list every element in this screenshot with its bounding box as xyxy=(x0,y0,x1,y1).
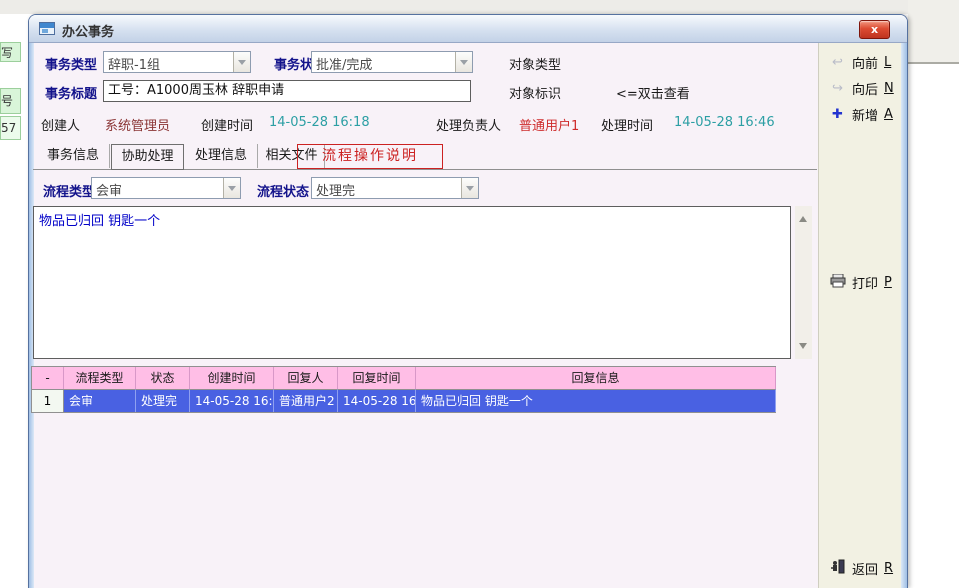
affair-title-label: 事务标题 xyxy=(45,83,97,102)
flow-history-table: - 流程类型 状态 创建时间 回复人 回复时间 回复信息 1 会审 处理完 14… xyxy=(31,366,776,413)
next-button[interactable]: ↪ 向后 N xyxy=(829,79,894,98)
add-button-label: 新增 xyxy=(852,105,878,124)
flow-type-combo[interactable]: 会审 xyxy=(91,177,241,199)
handler-value: 普通用户1 xyxy=(519,115,579,134)
return-button[interactable]: 返回 R xyxy=(829,559,893,578)
header-cell: - xyxy=(32,367,64,389)
header-cell: 回复时间 xyxy=(338,367,416,389)
desktop-top-strip xyxy=(0,0,959,14)
chevron-down-icon xyxy=(233,52,250,72)
return-button-label: 返回 xyxy=(852,559,878,578)
created-time-value: 14-05-28 16:18 xyxy=(269,115,370,130)
background-grid-fragment: 57 xyxy=(0,116,21,140)
tab-assist-process[interactable]: 协助处理 xyxy=(111,144,184,170)
affair-status-combo[interactable]: 批准/完成 xyxy=(311,51,473,73)
tab-affair-info[interactable]: 事务信息 xyxy=(37,144,110,168)
creator-value: 系统管理员 xyxy=(105,115,170,134)
action-sidebar: ↩ 向前 L ↪ 向后 N ✚ 新增 A xyxy=(818,43,901,588)
window-title: 办公事务 xyxy=(62,21,114,40)
table-row[interactable]: 1 会审 处理完 14-05-28 16:19 普通用户2 14-05-28 1… xyxy=(32,389,776,412)
header-cell: 回复人 xyxy=(274,367,338,389)
plus-icon: ✚ xyxy=(829,107,846,122)
next-shortcut: N xyxy=(884,81,894,96)
print-button-label: 打印 xyxy=(852,273,878,292)
row-cell: 普通用户2 xyxy=(274,389,338,412)
desktop-right-band xyxy=(908,0,959,64)
row-cell: 物品已归回 钥匙一个 xyxy=(416,389,776,412)
printer-icon xyxy=(829,274,846,292)
arrow-forward-icon: ↪ xyxy=(829,81,846,96)
exit-icon xyxy=(829,559,846,578)
flow-memo-textarea[interactable]: 物品已归回 钥匙一个 xyxy=(33,206,791,359)
flow-status-combo[interactable]: 处理完 xyxy=(311,177,479,199)
office-affairs-window: 办公事务 x 事务类型 辞职-1组 事务状态 批准/完成 对象类型 事务标题 工… xyxy=(28,14,908,588)
flow-status-value: 处理完 xyxy=(316,180,458,199)
add-shortcut: A xyxy=(884,107,893,122)
close-button[interactable]: x xyxy=(859,20,890,39)
affair-status-value: 批准/完成 xyxy=(316,54,452,73)
flow-operation-note-button[interactable]: 流程操作说明 xyxy=(297,144,443,169)
handle-time-label: 处理时间 xyxy=(601,115,653,134)
object-id-hint: <=双击查看 xyxy=(616,83,690,102)
affair-title-input[interactable]: 工号：A1000周玉林 辞职申请 xyxy=(103,80,471,102)
object-type-label: 对象类型 xyxy=(509,54,561,73)
print-button[interactable]: 打印 P xyxy=(829,273,892,292)
flow-type-label: 流程类型 xyxy=(43,181,95,200)
background-grid-fragment: 写 xyxy=(0,42,21,62)
row-cell: 14-05-28 16:19 xyxy=(190,389,274,412)
previous-shortcut: L xyxy=(884,55,891,70)
chevron-down-icon xyxy=(223,178,240,198)
header-cell: 创建时间 xyxy=(190,367,274,389)
flow-status-label: 流程状态 xyxy=(257,181,309,200)
previous-button-label: 向前 xyxy=(852,53,878,72)
header-cell: 流程类型 xyxy=(64,367,136,389)
row-cell: 处理完 xyxy=(136,389,190,412)
row-cell: 14-05-28 16:22 xyxy=(338,389,416,412)
header-cell: 状态 xyxy=(136,367,190,389)
next-button-label: 向后 xyxy=(852,79,878,98)
arrow-back-icon: ↩ xyxy=(829,55,846,70)
previous-button[interactable]: ↩ 向前 L xyxy=(829,53,891,72)
chevron-down-icon xyxy=(461,178,478,198)
object-id-label: 对象标识 xyxy=(509,83,561,102)
created-time-label: 创建时间 xyxy=(201,115,253,134)
affair-type-value: 辞职-1组 xyxy=(108,54,230,73)
handler-label: 处理负责人 xyxy=(436,115,501,134)
background-grid-fragment: 号 xyxy=(0,88,21,114)
return-shortcut: R xyxy=(884,561,893,576)
title-bar[interactable]: 办公事务 x xyxy=(29,15,907,43)
print-shortcut: P xyxy=(884,275,892,290)
header-cell: 回复信息 xyxy=(416,367,776,389)
row-index-cell: 1 xyxy=(32,389,64,412)
window-content: 事务类型 辞职-1组 事务状态 批准/完成 对象类型 事务标题 工号：A1000… xyxy=(29,43,907,588)
tab-process-info[interactable]: 处理信息 xyxy=(185,144,258,168)
handle-time-value: 14-05-28 16:46 xyxy=(674,115,775,130)
affair-type-label: 事务类型 xyxy=(45,54,97,73)
affair-type-combo[interactable]: 辞职-1组 xyxy=(103,51,251,73)
flow-type-value: 会审 xyxy=(96,180,220,199)
desktop: ⇅ 写 号 57 办公事务 x 事务类型 辞职-1组 事务状态 批准/完成 对象… xyxy=(0,0,959,588)
table-header-row: - 流程类型 状态 创建时间 回复人 回复时间 回复信息 xyxy=(32,367,776,389)
creator-label: 创建人 xyxy=(41,115,80,134)
memo-scrollbar[interactable] xyxy=(795,206,812,359)
chevron-down-icon xyxy=(455,52,472,72)
window-right-edge xyxy=(901,43,907,588)
row-cell: 会审 xyxy=(64,389,136,412)
scroll-up-icon[interactable] xyxy=(795,208,812,224)
window-icon xyxy=(39,22,55,35)
add-button[interactable]: ✚ 新增 A xyxy=(829,105,893,124)
scroll-down-icon[interactable] xyxy=(795,341,812,357)
